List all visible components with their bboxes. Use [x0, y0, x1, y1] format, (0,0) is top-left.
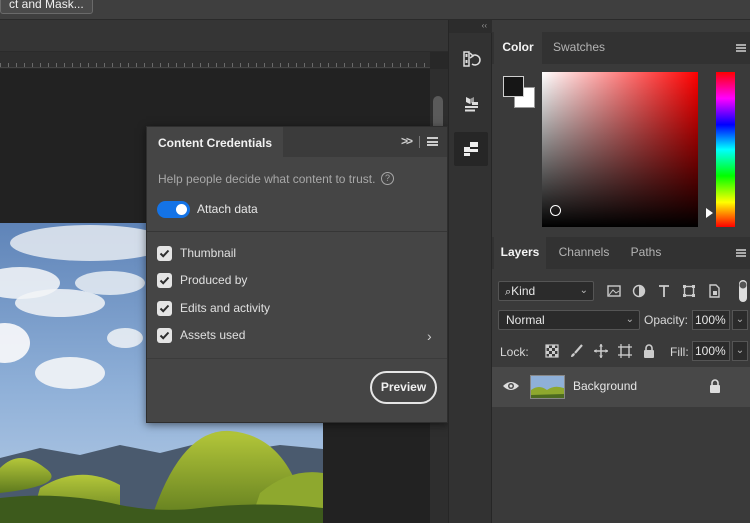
history-icon[interactable]	[454, 42, 488, 76]
lock-transparent-icon[interactable]	[544, 343, 560, 359]
hue-slider-marker[interactable]	[706, 208, 713, 218]
horizontal-ruler	[0, 52, 430, 68]
shape-filter-icon[interactable]	[681, 283, 697, 299]
color-panel-menu-icon[interactable]	[736, 44, 746, 52]
lock-artboard-icon[interactable]	[617, 343, 633, 359]
visibility-eye-icon[interactable]	[502, 379, 520, 393]
checkbox[interactable]	[157, 246, 172, 261]
fill-input[interactable]: 100%	[692, 341, 730, 361]
layers-panel-tabs: Layers Channels Paths	[492, 237, 750, 269]
blend-mode-value: Normal	[506, 313, 545, 327]
layer-lock-icon[interactable]	[708, 378, 722, 394]
divider	[147, 231, 447, 232]
help-text: Help people decide what content to trust…	[158, 172, 376, 186]
panel-menu-icon[interactable]	[427, 137, 438, 146]
layers-panel-menu-icon[interactable]	[736, 249, 746, 257]
option-label: Produced by	[180, 273, 248, 287]
tab-color[interactable]: Color	[494, 32, 542, 64]
option-label: Assets used	[180, 328, 246, 342]
image-filter-icon[interactable]	[606, 283, 622, 299]
color-panel-tabs: Color Swatches	[492, 32, 750, 64]
tab-layers[interactable]: Layers	[494, 237, 546, 269]
checkbox[interactable]	[157, 301, 172, 316]
header-divider	[419, 136, 420, 148]
blend-mode-dropdown[interactable]: Normal ⌄	[498, 310, 640, 330]
lock-image-icon[interactable]	[569, 343, 585, 359]
lock-all-icon[interactable]	[641, 343, 657, 359]
attach-data-toggle[interactable]	[157, 201, 190, 218]
content-credentials-icon[interactable]	[454, 132, 488, 166]
tab-swatches[interactable]: Swatches	[544, 32, 614, 64]
chevron-right-icon[interactable]: ›	[427, 328, 432, 344]
color-picker-field[interactable]	[542, 72, 698, 227]
document-tab-strip	[0, 20, 448, 52]
chevron-down-icon: ⌄	[625, 314, 634, 325]
properties-icon[interactable]	[454, 87, 488, 121]
option-label: Edits and activity	[180, 301, 271, 315]
layer-thumbnail	[530, 375, 565, 399]
adjustment-filter-icon[interactable]	[631, 283, 647, 299]
fill-slider-button[interactable]: ⌄	[732, 341, 748, 361]
checkbox[interactable]	[157, 273, 172, 288]
layer-filter-kind-dropdown[interactable]: ⌕Kind ⌄	[498, 281, 594, 301]
smart-object-filter-icon[interactable]	[706, 283, 722, 299]
collapse-panel-icon[interactable]: >>	[401, 134, 413, 148]
panel-header: Content Credentials >>	[147, 127, 447, 157]
select-and-mask-button[interactable]: ct and Mask...	[0, 0, 93, 14]
chevron-down-icon: ⌄	[579, 285, 588, 296]
foreground-color-swatch[interactable]	[503, 76, 524, 97]
toggle-knob	[176, 204, 187, 215]
filter-kind-label: Kind	[511, 284, 536, 298]
checkbox[interactable]	[157, 328, 172, 343]
divider	[147, 358, 447, 359]
type-filter-icon[interactable]	[656, 283, 672, 299]
tab-paths[interactable]: Paths	[622, 237, 670, 269]
opacity-label: Opacity:	[644, 313, 689, 327]
content-credentials-panel: Content Credentials >> Help people decid…	[146, 126, 448, 423]
hue-slider[interactable]	[716, 72, 735, 227]
filter-toggle-switch[interactable]	[738, 279, 748, 303]
opacity-slider-button[interactable]: ⌄	[732, 310, 748, 330]
tab-channels[interactable]: Channels	[548, 237, 620, 269]
opacity-input[interactable]: 100%	[692, 310, 730, 330]
attach-data-label: Attach data	[197, 202, 258, 216]
panel-icon-strip: ‹‹	[448, 20, 493, 523]
options-bar: ct and Mask...	[0, 0, 750, 20]
collapse-strip-icon[interactable]: ‹‹	[449, 20, 493, 33]
color-picker-cursor[interactable]	[550, 205, 561, 216]
right-panel-dock: Color Swatches Layers Channels Paths ⌕Ki…	[492, 20, 750, 523]
help-icon[interactable]: ?	[381, 172, 394, 185]
tab-content-credentials[interactable]: Content Credentials	[147, 127, 283, 157]
layer-row-background[interactable]: Background	[492, 367, 750, 407]
preview-button[interactable]: Preview	[370, 371, 437, 404]
lock-position-icon[interactable]	[593, 343, 609, 359]
lock-label: Lock:	[500, 345, 529, 359]
layer-name[interactable]: Background	[573, 379, 637, 393]
option-label: Thumbnail	[180, 246, 237, 260]
fill-label: Fill:	[670, 345, 689, 359]
